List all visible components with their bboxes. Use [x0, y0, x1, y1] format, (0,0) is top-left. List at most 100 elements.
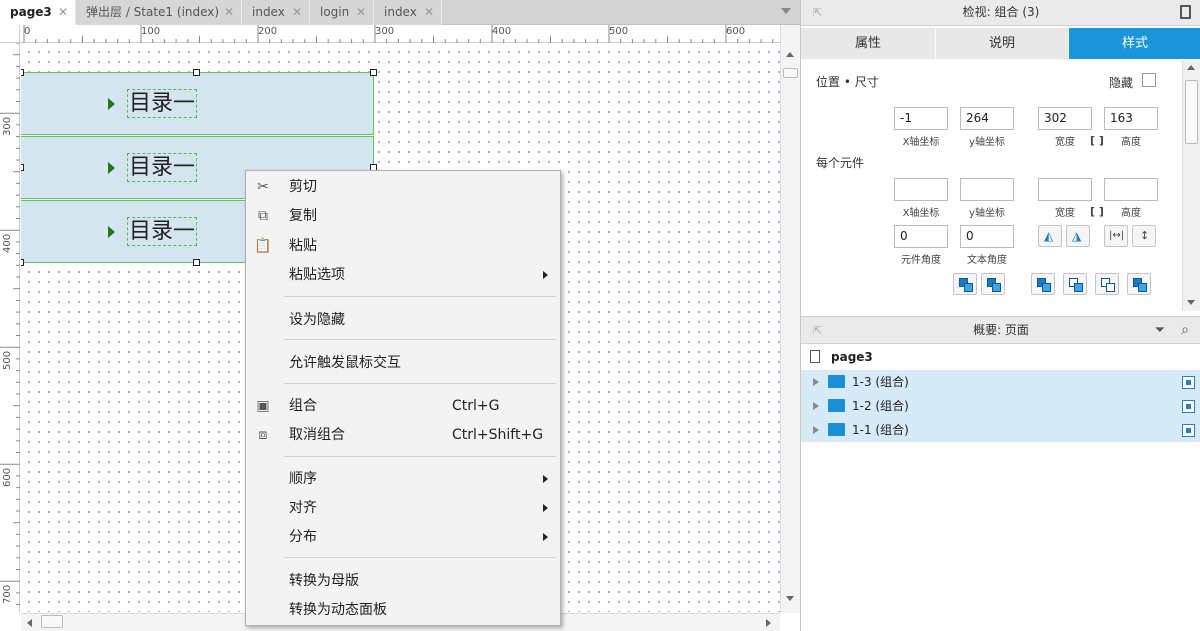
page-icon[interactable]: [1180, 5, 1191, 19]
tab-label: 样式: [1121, 36, 1148, 51]
menu-item-order[interactable]: 顺序: [246, 465, 560, 493]
menu-row-1-3[interactable]: 目录一: [21, 72, 374, 135]
inspector-scroll-thumb[interactable]: [1185, 80, 1198, 144]
menu-separator: [284, 296, 556, 297]
close-icon[interactable]: ✕: [292, 0, 302, 24]
hidden-checkbox[interactable]: [1142, 73, 1156, 87]
tab-page3[interactable]: page3 ✕: [0, 0, 76, 26]
tab-notes[interactable]: 说明: [936, 28, 1068, 59]
resize-handle[interactable]: [193, 69, 200, 76]
menu-item-paste-options[interactable]: 粘贴选项: [246, 261, 560, 289]
distribute-vertical-button[interactable]: ↕: [1132, 225, 1156, 247]
collapse-icon[interactable]: ⇱: [813, 0, 822, 25]
tab-index-2[interactable]: index ✕: [374, 0, 442, 25]
row-label[interactable]: 目录一: [127, 153, 198, 182]
visibility-toggle[interactable]: [1182, 400, 1195, 413]
menu-item-cut[interactable]: ✂ 剪切: [246, 173, 560, 201]
close-icon[interactable]: ✕: [424, 0, 434, 24]
layer-icon: [1138, 283, 1147, 292]
inspector-scrollbar[interactable]: [1182, 60, 1200, 311]
menu-item-paste[interactable]: 📋 粘贴: [246, 232, 560, 260]
flip-horizontal-button[interactable]: ◭: [1038, 225, 1062, 247]
scroll-up-icon[interactable]: [1187, 65, 1195, 70]
menu-item-group[interactable]: ▣ 组合 Ctrl+G: [246, 392, 560, 420]
intersect-button[interactable]: [1095, 273, 1119, 295]
element-angle-field[interactable]: 0: [894, 225, 948, 248]
union-button[interactable]: [1127, 273, 1151, 295]
outline-item-1-1[interactable]: 1-1 (组合): [801, 418, 1200, 442]
menu-item-label: 取消组合: [289, 427, 345, 443]
tab-popup-state1[interactable]: 弹出层 / State1 (index) ✕: [76, 0, 242, 25]
collapse-icon[interactable]: ⇱: [813, 317, 822, 344]
row-label[interactable]: 目录一: [127, 217, 198, 246]
outline-item-1-3[interactable]: 1-3 (组合): [801, 370, 1200, 394]
vertical-scrollbar[interactable]: [780, 25, 800, 613]
outline-item-1-2[interactable]: 1-2 (组合): [801, 394, 1200, 418]
scroll-down-icon[interactable]: [786, 596, 794, 601]
width-field[interactable]: 302: [1038, 107, 1092, 130]
each-y-field[interactable]: [960, 178, 1014, 201]
each-width-field[interactable]: [1038, 178, 1092, 201]
tab-index[interactable]: index ✕: [242, 0, 310, 25]
text-angle-field[interactable]: 0: [960, 225, 1014, 248]
search-icon[interactable]: ⌕: [1181, 317, 1189, 344]
each-x-field[interactable]: [894, 178, 948, 201]
menu-item-ungroup[interactable]: ⧈ 取消组合 Ctrl+Shift+G: [246, 421, 560, 449]
height-field[interactable]: 163: [1104, 107, 1158, 130]
menu-item-label: 复制: [289, 208, 317, 224]
resize-handle[interactable]: [370, 69, 377, 76]
menu-item-distribute[interactable]: 分布: [246, 523, 560, 551]
bring-forward-button[interactable]: [1031, 273, 1055, 295]
distribute-horizontal-button[interactable]: |↔|: [1104, 225, 1128, 247]
layer-icon: [992, 283, 1001, 292]
send-back-button[interactable]: [981, 273, 1005, 295]
visibility-toggle[interactable]: [1182, 424, 1195, 437]
row-label[interactable]: 目录一: [127, 89, 198, 118]
bring-front-button[interactable]: [953, 273, 977, 295]
menu-item-set-hidden[interactable]: 设为隐藏: [246, 306, 560, 334]
expand-icon[interactable]: [813, 402, 819, 410]
tab-dropdown-icon[interactable]: [781, 8, 791, 14]
y-field[interactable]: 264: [960, 107, 1014, 130]
tab-style[interactable]: 样式: [1069, 28, 1200, 59]
ruler-label: 500: [609, 26, 629, 37]
scroll-right-icon[interactable]: [766, 619, 771, 627]
scroll-up-icon[interactable]: [786, 52, 794, 57]
menu-item-convert-master[interactable]: 转换为母版: [246, 567, 560, 595]
submenu-arrow-icon: [543, 533, 548, 541]
scroll-left-icon[interactable]: [27, 619, 32, 627]
each-height-field[interactable]: [1104, 178, 1158, 201]
flip-vertical-button[interactable]: ◮: [1066, 225, 1090, 247]
expand-arrow-icon: [108, 226, 115, 238]
menu-item-align[interactable]: 对齐: [246, 494, 560, 522]
ruler-label: 300: [375, 26, 395, 37]
resize-handle[interactable]: [21, 69, 24, 76]
submenu-arrow-icon: [543, 475, 548, 483]
vertical-scroll-thumb[interactable]: [783, 68, 798, 78]
filter-icon[interactable]: ⏷: [1155, 317, 1165, 344]
close-icon[interactable]: ✕: [58, 0, 68, 24]
copy-icon: ⧉: [258, 208, 268, 224]
tab-login[interactable]: login ✕: [310, 0, 374, 25]
resize-handle[interactable]: [193, 259, 200, 266]
menu-item-copy[interactable]: ⧉ 复制: [246, 202, 560, 230]
visibility-toggle[interactable]: [1182, 376, 1195, 389]
expand-icon[interactable]: [813, 426, 819, 434]
horizontal-scroll-thumb[interactable]: [41, 615, 63, 628]
send-backward-button[interactable]: [1063, 273, 1087, 295]
close-icon[interactable]: ✕: [224, 0, 234, 24]
tab-properties[interactable]: 属性: [801, 28, 935, 59]
close-icon[interactable]: ✕: [356, 0, 366, 24]
x-caption: X轴坐标: [902, 137, 940, 148]
menu-separator: [284, 557, 556, 558]
ruler-label: 400: [492, 26, 512, 37]
scroll-down-icon[interactable]: [1187, 300, 1195, 305]
x-field[interactable]: -1: [894, 107, 948, 130]
resize-handle[interactable]: [21, 259, 24, 266]
expand-icon[interactable]: [813, 378, 819, 386]
outline-page-label: page3: [831, 350, 873, 364]
outline-page-row[interactable]: page3: [801, 346, 1200, 368]
menu-item-allow-mouse-interaction[interactable]: 允许触发鼠标交互: [246, 349, 560, 377]
resize-handle[interactable]: [21, 164, 24, 171]
menu-item-convert-dynamic-panel[interactable]: 转换为动态面板: [246, 596, 560, 624]
